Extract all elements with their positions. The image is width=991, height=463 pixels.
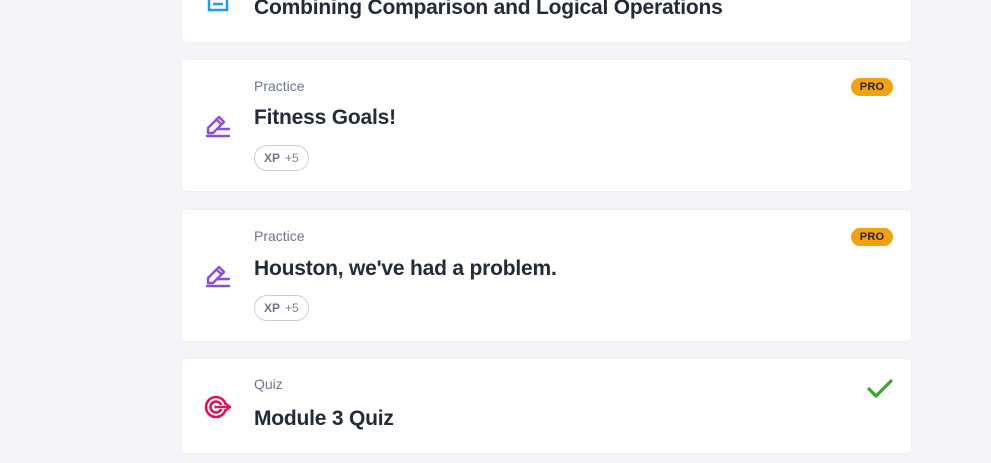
lesson-type-label: Quiz	[254, 376, 283, 392]
lesson-title: Combining Comparison and Logical Operati…	[254, 0, 723, 19]
lesson-type-label: Practice	[254, 78, 305, 94]
check-icon	[867, 379, 893, 398]
lesson-title: Module 3 Quiz	[254, 407, 394, 430]
lesson-card-fitness-goals[interactable]: Practice PRO Fitness Goals! XP +5	[182, 60, 911, 191]
document-icon	[207, 0, 229, 12]
lesson-type-label: Practice	[254, 228, 305, 244]
pro-badge: PRO	[851, 228, 893, 246]
lesson-card-module-3-quiz[interactable]: Quiz Module 3 Quiz	[182, 359, 911, 453]
target-icon	[204, 395, 232, 419]
xp-reward-pill: XP +5	[254, 145, 309, 171]
lesson-card-houston[interactable]: Practice PRO Houston, we've had a proble…	[182, 210, 911, 341]
xp-value: +5	[285, 301, 299, 315]
xp-label: XP	[264, 151, 281, 165]
pencil-icon	[205, 115, 231, 138]
pencil-icon	[205, 265, 231, 288]
xp-reward-pill: XP +5	[254, 295, 309, 321]
lesson-title: Houston, we've had a problem.	[254, 257, 557, 280]
xp-value: +5	[285, 151, 299, 165]
lesson-card-combining-operations[interactable]: Combining Comparison and Logical Operati…	[182, 0, 911, 42]
xp-label: XP	[264, 301, 281, 315]
pro-badge: PRO	[851, 78, 893, 96]
lesson-title: Fitness Goals!	[254, 106, 396, 129]
